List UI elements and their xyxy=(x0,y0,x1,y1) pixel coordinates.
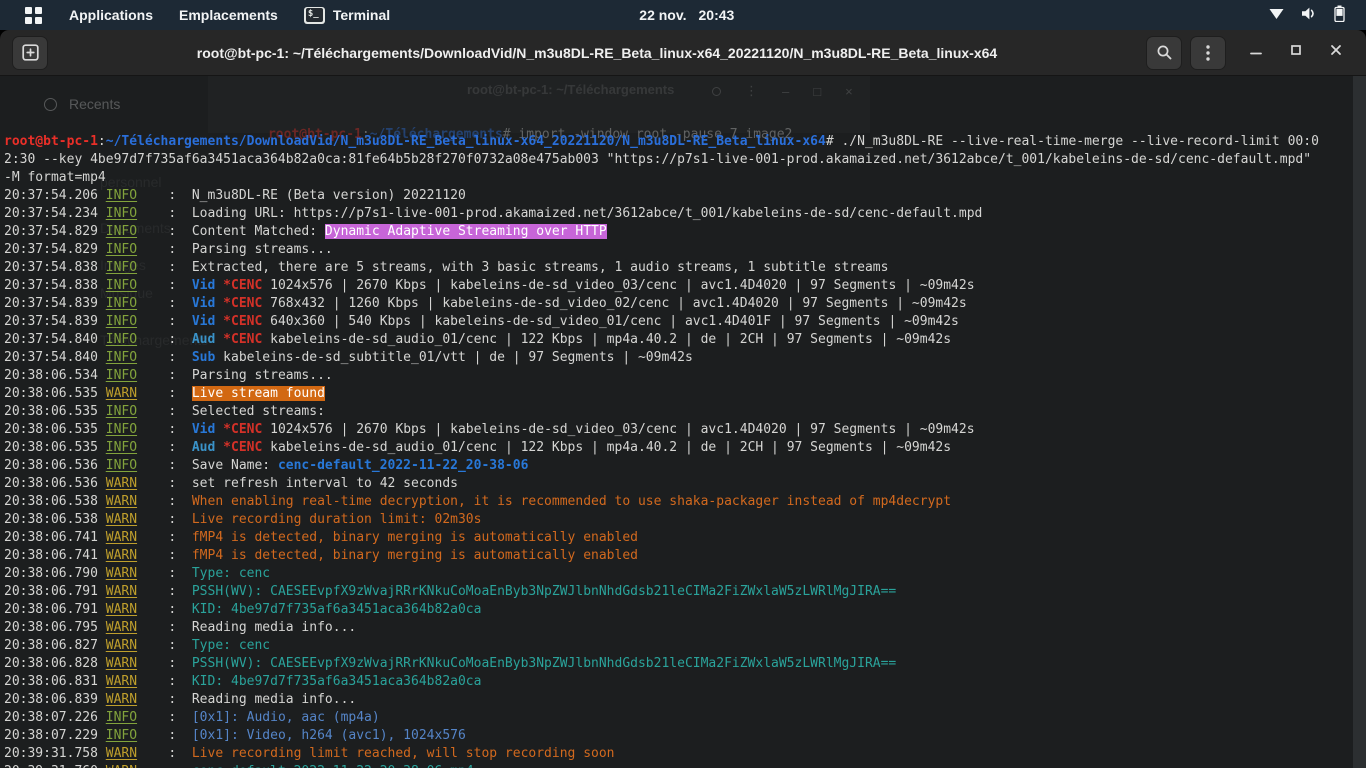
ghost-minimize-icon: – xyxy=(782,83,790,99)
maximize-button[interactable] xyxy=(1288,42,1304,63)
terminal-line: 20:38:06.535 WARN : Live stream found xyxy=(4,386,325,401)
places-menu-label: Emplacements xyxy=(179,7,278,23)
terminal-line: 20:38:06.538 WARN : When enabling real-t… xyxy=(4,494,952,509)
terminal-line: 20:37:54.206 INFO : N_m3u8DL-RE (Beta ve… xyxy=(4,188,466,203)
close-icon xyxy=(1331,45,1341,55)
terminal-line: 20:38:06.790 WARN : Type: cenc xyxy=(4,566,271,581)
terminal-line: 20:38:06.538 WARN : Live recording durat… xyxy=(4,512,482,527)
terminal-line: 20:38:06.534 INFO : Parsing streams... xyxy=(4,368,333,383)
minimize-icon xyxy=(1250,52,1262,55)
clock-icon xyxy=(44,97,57,111)
terminal-line: 20:39:31.758 WARN : Live recording limit… xyxy=(4,746,615,761)
terminal-line: 20:38:07.226 INFO : [0x1]: Audio, aac (m… xyxy=(4,710,380,725)
terminal-line: 20:38:06.839 WARN : Reading media info..… xyxy=(4,692,357,707)
volume-icon xyxy=(1300,6,1318,24)
close-button[interactable] xyxy=(1328,42,1344,63)
ghost-window-title: root@bt-pc-1: ~/Téléchargements xyxy=(467,82,675,97)
terminal-app-icon xyxy=(303,6,325,24)
ghost-recents-label: Recents xyxy=(69,96,121,112)
terminal-output[interactable]: root@bt-pc-1: ~/Téléchargements ⋮ – □ × … xyxy=(0,76,1366,768)
terminal-line: root@bt-pc-1:~/Téléchargements/DownloadV… xyxy=(4,134,1319,149)
clock-date: 22 nov. xyxy=(639,7,687,23)
terminal-line: 20:37:54.838 INFO : Extracted, there are… xyxy=(4,260,889,275)
terminal-line: 20:38:07.229 INFO : [0x1]: Video, h264 (… xyxy=(4,728,466,743)
terminal-line: 20:38:06.536 INFO : Save Name: cenc-defa… xyxy=(4,458,529,473)
clock-time: 20:43 xyxy=(698,7,735,23)
battery-icon xyxy=(1333,5,1346,25)
terminal-line: 20:37:54.839 INFO : Vid *CENC 768x432 | … xyxy=(4,296,967,311)
terminal-line: 20:38:06.741 WARN : fMP4 is detected, bi… xyxy=(4,548,638,563)
terminal-line: 20:37:54.829 INFO : Parsing streams... xyxy=(4,242,333,257)
terminal-line: -M format=mp4 xyxy=(4,170,106,185)
ghost-window-controls: ⋮ – □ × xyxy=(712,83,853,99)
gnome-top-bar: Applications Emplacements Terminal 22 no… xyxy=(0,0,1366,30)
terminal-line: 20:37:54.840 INFO : Sub kabeleins-de-sd_… xyxy=(4,350,693,365)
terminal-line: 20:38:06.795 WARN : Reading media info..… xyxy=(4,620,357,635)
terminal-line: 20:38:06.828 WARN : PSSH(WV): CAESEEvpfX… xyxy=(4,656,897,671)
terminal-line: 20:37:54.839 INFO : Vid *CENC 640x360 | … xyxy=(4,314,959,329)
kebab-menu-icon xyxy=(1206,44,1210,61)
terminal-scrollbar[interactable] xyxy=(1353,76,1366,768)
terminal-line: 20:38:06.791 WARN : PSSH(WV): CAESEEvpfX… xyxy=(4,584,897,599)
minimize-button[interactable] xyxy=(1248,42,1264,63)
terminal-line: 20:38:06.831 WARN : KID: 4be97d7f735af6a… xyxy=(4,674,482,689)
terminal-line: 20:37:54.840 INFO : Aud *CENC kabeleins-… xyxy=(4,332,952,347)
maximize-icon xyxy=(1291,45,1301,55)
terminal-lines: root@bt-pc-1:~/Téléchargements/DownloadV… xyxy=(4,133,1352,768)
ghost-recents-item: Recents xyxy=(44,96,120,112)
ghost-close-icon: × xyxy=(845,83,853,99)
terminal-line: 20:38:06.535 INFO : Aud *CENC kabeleins-… xyxy=(4,440,952,455)
system-status-area[interactable] xyxy=(1268,5,1366,25)
new-tab-icon xyxy=(21,44,39,61)
terminal-line: 20:39:31.760 WARN : cenc-default_2022-11… xyxy=(4,763,1352,768)
new-tab-button[interactable] xyxy=(12,35,48,70)
clock-menu[interactable]: 22 nov. 20:43 xyxy=(639,0,734,30)
ghost-kebab-icon: ⋮ xyxy=(745,83,758,98)
terminal-line: 2:30 --key 4be97d7f735af6a3451aca364b82a… xyxy=(4,152,1312,167)
terminal-header-bar: root@bt-pc-1: ~/Téléchargements/Download… xyxy=(0,30,1366,76)
focused-app-label: Terminal xyxy=(332,7,391,23)
window-title: root@bt-pc-1: ~/Téléchargements/Download… xyxy=(196,44,998,61)
terminal-line: 20:38:06.535 INFO : Selected streams: xyxy=(4,404,325,419)
ghost-window-tint xyxy=(208,76,870,133)
terminal-line: 20:37:54.838 INFO : Vid *CENC 1024x576 |… xyxy=(4,278,975,293)
ghost-maximize-icon: □ xyxy=(813,83,822,99)
applications-menu[interactable]: Applications xyxy=(69,7,153,23)
applications-menu-label: Applications xyxy=(69,7,154,23)
terminal-line: 20:38:06.827 WARN : Type: cenc xyxy=(4,638,271,653)
terminal-line: 20:38:06.741 WARN : fMP4 is detected, bi… xyxy=(4,530,638,545)
search-icon xyxy=(1157,45,1171,60)
terminal-line: 20:37:54.234 INFO : Loading URL: https:/… xyxy=(4,206,983,221)
ghost-search-icon xyxy=(712,86,721,96)
terminal-line: 20:38:06.791 WARN : KID: 4be97d7f735af6a… xyxy=(4,602,482,617)
terminal-line: 20:37:54.829 INFO : Content Matched: Dyn… xyxy=(4,224,607,239)
search-button[interactable] xyxy=(1146,35,1182,70)
focused-app-menu[interactable]: Terminal xyxy=(303,6,391,24)
terminal-line: 20:38:06.536 WARN : set refresh interval… xyxy=(4,476,458,491)
menu-button[interactable] xyxy=(1190,35,1226,70)
terminal-line: 20:38:06.535 INFO : Vid *CENC 1024x576 |… xyxy=(4,422,975,437)
applications-grid-icon[interactable] xyxy=(24,6,43,25)
places-menu[interactable]: Emplacements xyxy=(179,7,278,23)
network-icon xyxy=(1268,6,1285,24)
